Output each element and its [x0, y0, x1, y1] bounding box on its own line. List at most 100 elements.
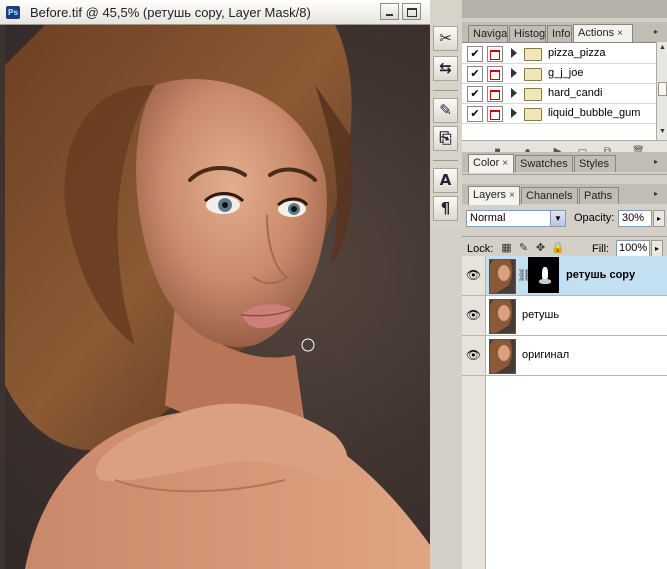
action-set-label: liquid_bubble_gum [548, 107, 641, 119]
toggle-icon[interactable]: ⇆ [433, 56, 458, 81]
lock-all-icon[interactable]: 🔒 [551, 242, 565, 255]
panel-tabs: Color × Swatches Styles ▸ [462, 152, 667, 173]
tab-swatches[interactable]: Swatches [515, 155, 573, 172]
tab-styles[interactable]: Styles [574, 155, 616, 172]
close-icon[interactable]: × [509, 190, 515, 201]
tab-actions-label: Actions [578, 27, 615, 39]
lock-label: Lock: [467, 243, 494, 255]
panel-menu-icon[interactable]: ▸ [654, 189, 664, 199]
lock-paint-icon[interactable]: ✎ [517, 242, 530, 255]
tab-navigator[interactable]: Naviga [468, 25, 508, 42]
lock-transparency-icon[interactable]: ▦ [500, 242, 513, 255]
document-titlebar[interactable]: Ps Before.tif @ 45,5% (ретушь copy, Laye… [0, 0, 430, 25]
fill-field[interactable]: 100% [616, 240, 650, 257]
document-title: Before.tif @ 45,5% (ретушь copy, Layer M… [30, 5, 311, 20]
layer-thumbnail [489, 259, 516, 294]
expand-triangle-icon[interactable] [511, 48, 517, 58]
tool-separator [433, 90, 458, 91]
layer-row[interactable]: 👁 ⛓ ретушь copy [462, 256, 667, 296]
layer-thumbnail [489, 339, 516, 374]
tab-layers-label: Layers [473, 189, 507, 201]
folder-icon [524, 108, 542, 121]
checkmark-icon[interactable]: ✔ [467, 106, 483, 122]
list-item[interactable]: ✔ pizza_pizza [462, 43, 656, 64]
scroll-down-icon[interactable]: ▼ [658, 128, 667, 138]
paragraph-icon[interactable]: ¶ [433, 196, 458, 221]
action-set-label: pizza_pizza [548, 47, 606, 59]
text-tool-icon[interactable]: A [433, 168, 458, 193]
photoshop-app-icon: Ps [6, 6, 20, 19]
panel-menu-icon[interactable]: ▸ [654, 27, 664, 37]
image-canvas[interactable] [5, 25, 430, 569]
list-item[interactable]: ✔ g_j_joe [462, 63, 656, 84]
layer-name: оригинал [522, 349, 570, 361]
eye-icon[interactable]: 👁 [462, 256, 486, 295]
expand-triangle-icon[interactable] [511, 108, 517, 118]
layer-mask-thumbnail[interactable] [528, 257, 559, 293]
eye-icon[interactable]: 👁 [462, 336, 486, 375]
panel-dock: Naviga Histog Info Actions × ▸ ✔ pizza_pi… [462, 0, 667, 569]
dialog-toggle-icon[interactable] [487, 86, 503, 102]
panel-tabs: Naviga Histog Info Actions × ▸ [462, 22, 667, 43]
blend-mode-value: Normal [470, 212, 506, 224]
layer-name: ретушь copy [566, 269, 636, 281]
tool-strip: ✂ ⇆ ✎ ⎘ A ¶ [430, 0, 463, 229]
chevron-down-icon[interactable]: ▼ [550, 211, 565, 226]
tab-layers[interactable]: Layers × [468, 186, 520, 205]
scroll-thumb[interactable] [658, 82, 667, 96]
tab-histogram[interactable]: Histog [509, 25, 546, 42]
document-window: Ps Before.tif @ 45,5% (ретушь copy, Laye… [0, 0, 430, 569]
action-set-label: g_j_joe [548, 67, 584, 79]
expand-triangle-icon[interactable] [511, 88, 517, 98]
dialog-toggle-icon[interactable] [487, 46, 503, 62]
eye-icon[interactable]: 👁 [462, 296, 486, 335]
tab-color[interactable]: Color × [468, 154, 514, 173]
action-set-label: hard_candi [548, 87, 603, 99]
color-panel-group: Color × Swatches Styles ▸ [462, 152, 667, 175]
tab-channels[interactable]: Channels [521, 187, 578, 204]
actions-panel-group: Naviga Histog Info Actions × ▸ ✔ pizza_pi… [462, 22, 667, 163]
panel-menu-icon[interactable]: ▸ [654, 157, 664, 167]
checkmark-icon[interactable]: ✔ [467, 66, 483, 82]
portrait-photo [5, 25, 430, 569]
actions-scrollbar[interactable]: ▲ ▼ [656, 42, 667, 140]
tab-info[interactable]: Info [547, 25, 572, 42]
maximize-button[interactable] [402, 3, 421, 20]
brush-tool-icon[interactable]: ✎ [433, 98, 458, 123]
panel-tabs: Layers × Channels Paths ▸ [462, 184, 667, 205]
expand-triangle-icon[interactable] [511, 68, 517, 78]
layer-name: ретушь [522, 309, 560, 321]
tab-paths[interactable]: Paths [579, 187, 619, 204]
tab-actions[interactable]: Actions × [573, 24, 633, 43]
blend-mode-select[interactable]: Normal ▼ [466, 210, 566, 227]
checkmark-icon[interactable]: ✔ [467, 86, 483, 102]
minimize-button[interactable] [380, 3, 399, 20]
dialog-toggle-icon[interactable] [487, 66, 503, 82]
stamp-icon[interactable]: ⎘ [433, 126, 458, 151]
opacity-label: Opacity: [574, 212, 615, 224]
lock-move-icon[interactable]: ✥ [534, 242, 547, 255]
close-icon[interactable]: × [617, 28, 623, 39]
scissors-crossed-icon[interactable]: ✂ [433, 26, 458, 51]
layer-row[interactable]: 👁 ретушь [462, 296, 667, 336]
fill-label: Fill: [592, 243, 610, 255]
dock-header[interactable] [462, 0, 667, 18]
layer-row[interactable]: 👁 оригинал [462, 336, 667, 376]
opacity-slider-arrow-icon[interactable]: ▸ [653, 210, 665, 227]
scroll-up-icon[interactable]: ▲ [658, 44, 667, 54]
tool-separator [433, 160, 458, 161]
layer-thumbnail [489, 299, 516, 334]
list-item[interactable]: ✔ hard_candi [462, 83, 656, 104]
folder-icon [524, 48, 542, 61]
tab-color-label: Color [473, 157, 500, 169]
folder-icon [524, 88, 542, 101]
opacity-field[interactable]: 30% [618, 210, 652, 227]
folder-icon [524, 68, 542, 81]
fill-slider-arrow-icon[interactable]: ▸ [651, 240, 663, 257]
list-item[interactable]: ✔ liquid_bubble_gum [462, 103, 656, 124]
blend-opacity-row: Normal ▼ Opacity: 30% ▸ [464, 208, 665, 230]
checkmark-icon[interactable]: ✔ [467, 46, 483, 62]
close-icon[interactable]: × [502, 158, 508, 169]
dialog-toggle-icon[interactable] [487, 106, 503, 122]
layers-empty-area [462, 376, 667, 569]
